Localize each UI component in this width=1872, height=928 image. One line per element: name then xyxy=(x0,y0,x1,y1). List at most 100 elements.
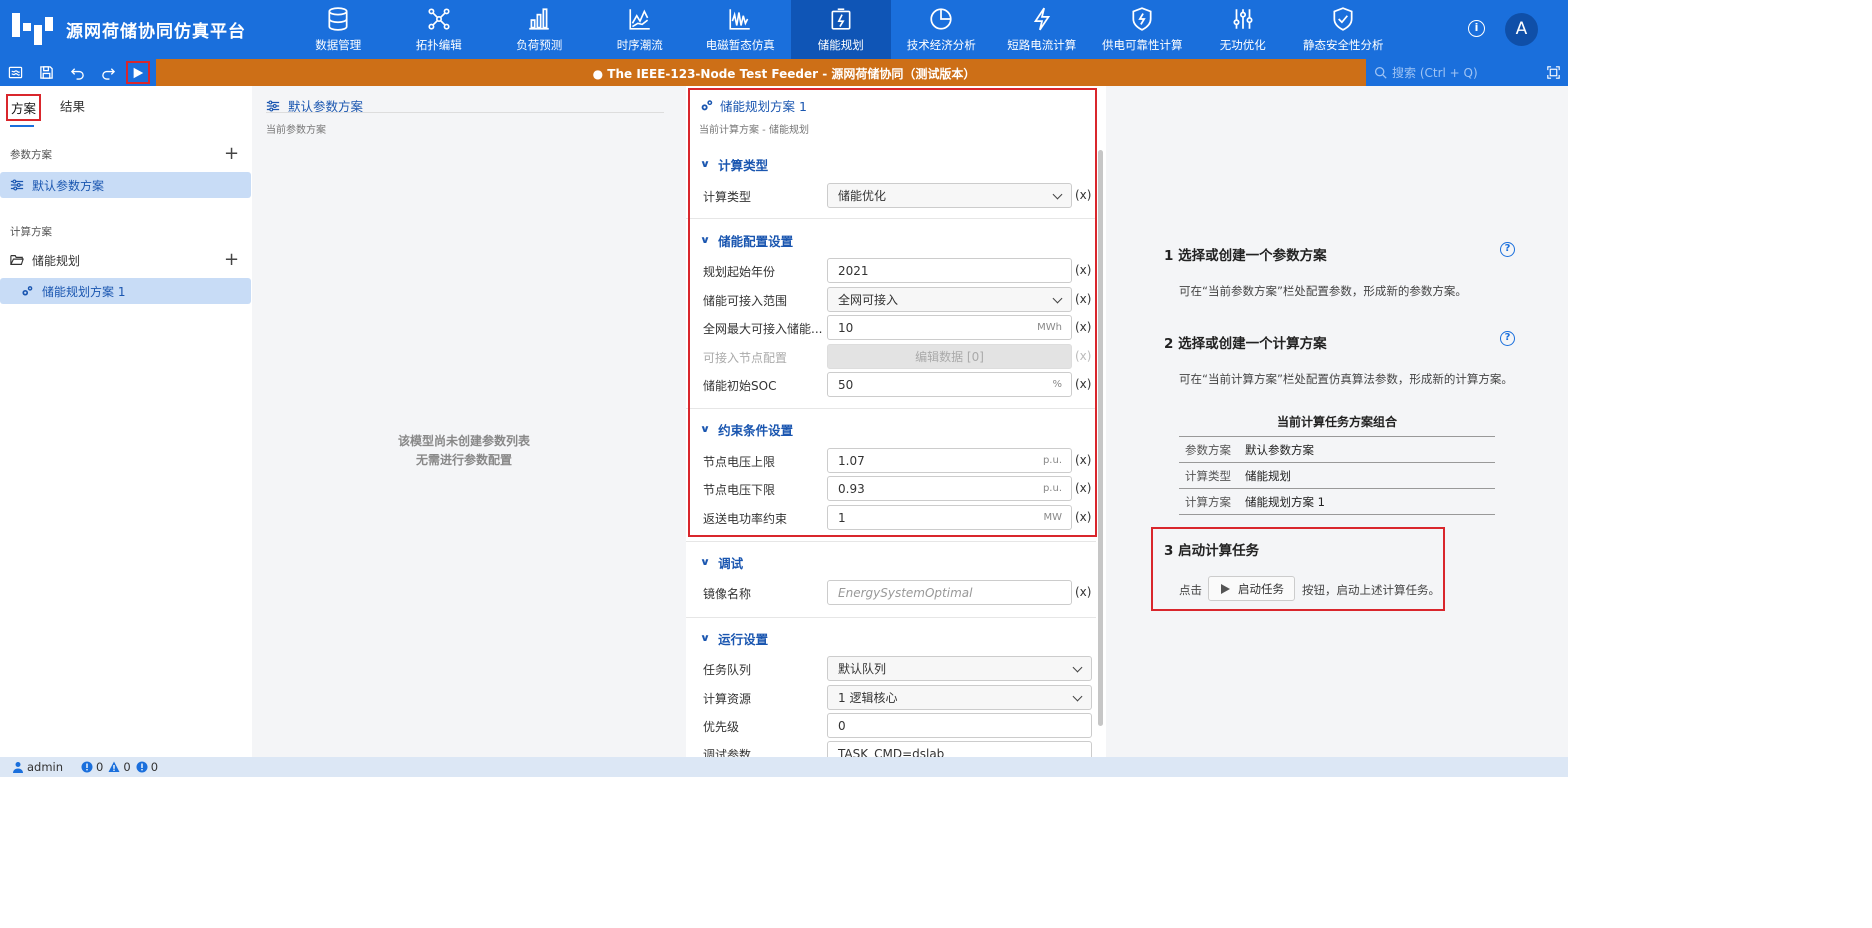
calc-type-select[interactable]: 储能优化 xyxy=(827,183,1072,208)
tab-scheme[interactable]: 方案 xyxy=(6,94,42,121)
input-value: 1 xyxy=(838,510,846,525)
select-value: 1 逻辑核心 xyxy=(838,691,898,705)
sliders-icon xyxy=(266,100,280,111)
max-capacity-input[interactable]: 10 MWh xyxy=(827,315,1072,340)
task-queue-select[interactable]: 默认队列 xyxy=(827,656,1092,681)
help-icon[interactable]: ? xyxy=(1500,242,1515,257)
toolbar-actions xyxy=(0,59,156,86)
divider xyxy=(686,218,1096,219)
fullscreen-button[interactable] xyxy=(1538,59,1568,86)
form-scrollbar[interactable] xyxy=(1098,150,1103,726)
group-debug[interactable]: ∨ 调试 xyxy=(700,553,743,572)
status-warnings[interactable]: 0 xyxy=(108,760,131,774)
debug-params-input[interactable]: TASK_CMD=dslab xyxy=(827,741,1092,757)
nav-data-management[interactable]: 数据管理 xyxy=(288,0,389,59)
undo-button[interactable] xyxy=(62,59,93,86)
sidebar-item-default-param[interactable]: 默认参数方案 xyxy=(0,172,251,198)
bar-chart-icon xyxy=(529,8,549,30)
expr-toggle[interactable]: (x) xyxy=(1075,377,1091,391)
add-param-scheme-button[interactable]: + xyxy=(224,145,239,163)
reverse-power-input[interactable]: 1 MW xyxy=(827,505,1072,530)
expr-toggle[interactable]: (x) xyxy=(1075,320,1091,334)
search-input[interactable]: 搜索 (Ctrl + Q) xyxy=(1366,59,1538,86)
expr-toggle[interactable]: (x) xyxy=(1075,510,1091,524)
priority-input[interactable]: 0 xyxy=(827,713,1092,738)
add-calc-scheme-button[interactable]: + xyxy=(224,251,239,269)
group-title: 储能配置设置 xyxy=(718,234,794,249)
nav-tech-economic[interactable]: 技术经济分析 xyxy=(891,0,992,59)
sidebar-item-storage-scheme[interactable]: 储能规划方案 1 xyxy=(0,278,251,304)
info-icon xyxy=(136,761,148,773)
document-title: ● The IEEE-123-Node Test Feeder - 源网荷储协同… xyxy=(592,67,976,81)
access-range-select[interactable]: 全网可接入 xyxy=(827,287,1072,312)
nav-topology-edit[interactable]: 拓扑编辑 xyxy=(389,0,490,59)
field-label: 全网最大可接入储能... xyxy=(703,322,823,336)
chevron-down-icon xyxy=(1052,189,1063,200)
status-errors[interactable]: 0 xyxy=(81,760,103,774)
nav-label: 时序潮流 xyxy=(616,38,663,52)
sidebar-folder-storage[interactable]: 储能规划 xyxy=(0,247,220,273)
unit-label: MWh xyxy=(1037,322,1062,333)
group-title: 约束条件设置 xyxy=(718,423,794,438)
status-infos[interactable]: 0 xyxy=(136,760,158,774)
status-user[interactable]: admin xyxy=(12,760,63,774)
run-button[interactable] xyxy=(126,61,150,84)
table-row: 计算方案 储能规划方案 1 xyxy=(1179,489,1495,515)
input-value: TASK_CMD=dslab xyxy=(838,746,945,758)
expr-toggle[interactable]: (x) xyxy=(1075,188,1091,202)
form-header: 储能规划方案 1 xyxy=(699,96,807,115)
field-label: 镜像名称 xyxy=(703,587,752,601)
group-storage-config[interactable]: ∨ 储能配置设置 xyxy=(700,231,794,250)
expr-toggle[interactable]: (x) xyxy=(1075,585,1091,599)
nav-emt-simulation[interactable]: 电磁暂态仿真 xyxy=(690,0,791,59)
voltage-upper-input[interactable]: 1.07 p.u. xyxy=(827,448,1072,473)
group-constraints[interactable]: ∨ 约束条件设置 xyxy=(699,420,794,439)
info-icon[interactable]: i xyxy=(1468,20,1485,37)
gears-icon xyxy=(701,100,713,111)
nav-storage-planning[interactable]: 储能规划 xyxy=(790,0,891,59)
nav-static-security[interactable]: 静态安全性分析 xyxy=(1293,0,1394,59)
table-row: 参数方案 默认参数方案 xyxy=(1179,437,1495,463)
info-count: 0 xyxy=(150,760,159,774)
waves-icon xyxy=(8,66,23,79)
wave-toggle-button[interactable] xyxy=(0,59,31,86)
help-icon[interactable]: ? xyxy=(1500,331,1515,346)
nav-reactive-optimization[interactable]: 无功优化 xyxy=(1193,0,1294,59)
save-button[interactable] xyxy=(31,59,62,86)
play-icon xyxy=(133,67,144,78)
group-run-settings[interactable]: ∨ 运行设置 xyxy=(700,629,768,648)
start-year-input[interactable]: 2021 xyxy=(827,258,1072,283)
nav-reliability[interactable]: 供电可靠性计算 xyxy=(1092,0,1193,59)
nav-timeseries-flow[interactable]: 时序潮流 xyxy=(590,0,691,59)
nav-label: 短路电流计算 xyxy=(1007,38,1077,52)
group-calc-type[interactable]: ∨ 计算类型 xyxy=(699,155,768,174)
user-avatar[interactable]: A xyxy=(1505,13,1538,46)
expr-toggle[interactable]: (x) xyxy=(1075,263,1091,277)
database-icon xyxy=(328,7,348,31)
search-placeholder: 搜索 (Ctrl + Q) xyxy=(1392,66,1478,80)
sidebar-tabs: 方案 结果 xyxy=(6,94,104,121)
nav-short-circuit[interactable]: 短路电流计算 xyxy=(992,0,1093,59)
start-button-label: 启动任务 xyxy=(1238,581,1284,596)
tab-results[interactable]: 结果 xyxy=(57,94,88,121)
voltage-lower-input[interactable]: 0.93 p.u. xyxy=(827,476,1072,501)
sidebar-item-label: 默认参数方案 xyxy=(32,178,105,193)
field-label: 优先级 xyxy=(703,720,740,734)
nav-label: 静态安全性分析 xyxy=(1303,38,1384,52)
sliders-icon xyxy=(10,179,24,191)
image-name-input[interactable]: EnergySystemOptimal xyxy=(827,580,1072,605)
input-value: 2021 xyxy=(838,263,869,278)
user-icon xyxy=(13,762,23,773)
input-value: 0 xyxy=(838,718,846,733)
init-soc-input[interactable]: 50 % xyxy=(827,372,1072,397)
edit-data-button[interactable]: 编辑数据 [0] xyxy=(827,344,1072,369)
expr-toggle[interactable]: (x) xyxy=(1075,453,1091,467)
redo-button[interactable] xyxy=(93,59,124,86)
chevron-down-icon: ∨ xyxy=(699,424,711,435)
expr-toggle[interactable]: (x) xyxy=(1075,292,1091,306)
expr-toggle[interactable]: (x) xyxy=(1075,481,1091,495)
chevron-down-icon: ∨ xyxy=(699,159,711,170)
start-task-button[interactable]: 启动任务 xyxy=(1208,576,1295,601)
compute-resource-select[interactable]: 1 逻辑核心 xyxy=(827,685,1092,710)
nav-load-forecast[interactable]: 负荷预测 xyxy=(489,0,590,59)
